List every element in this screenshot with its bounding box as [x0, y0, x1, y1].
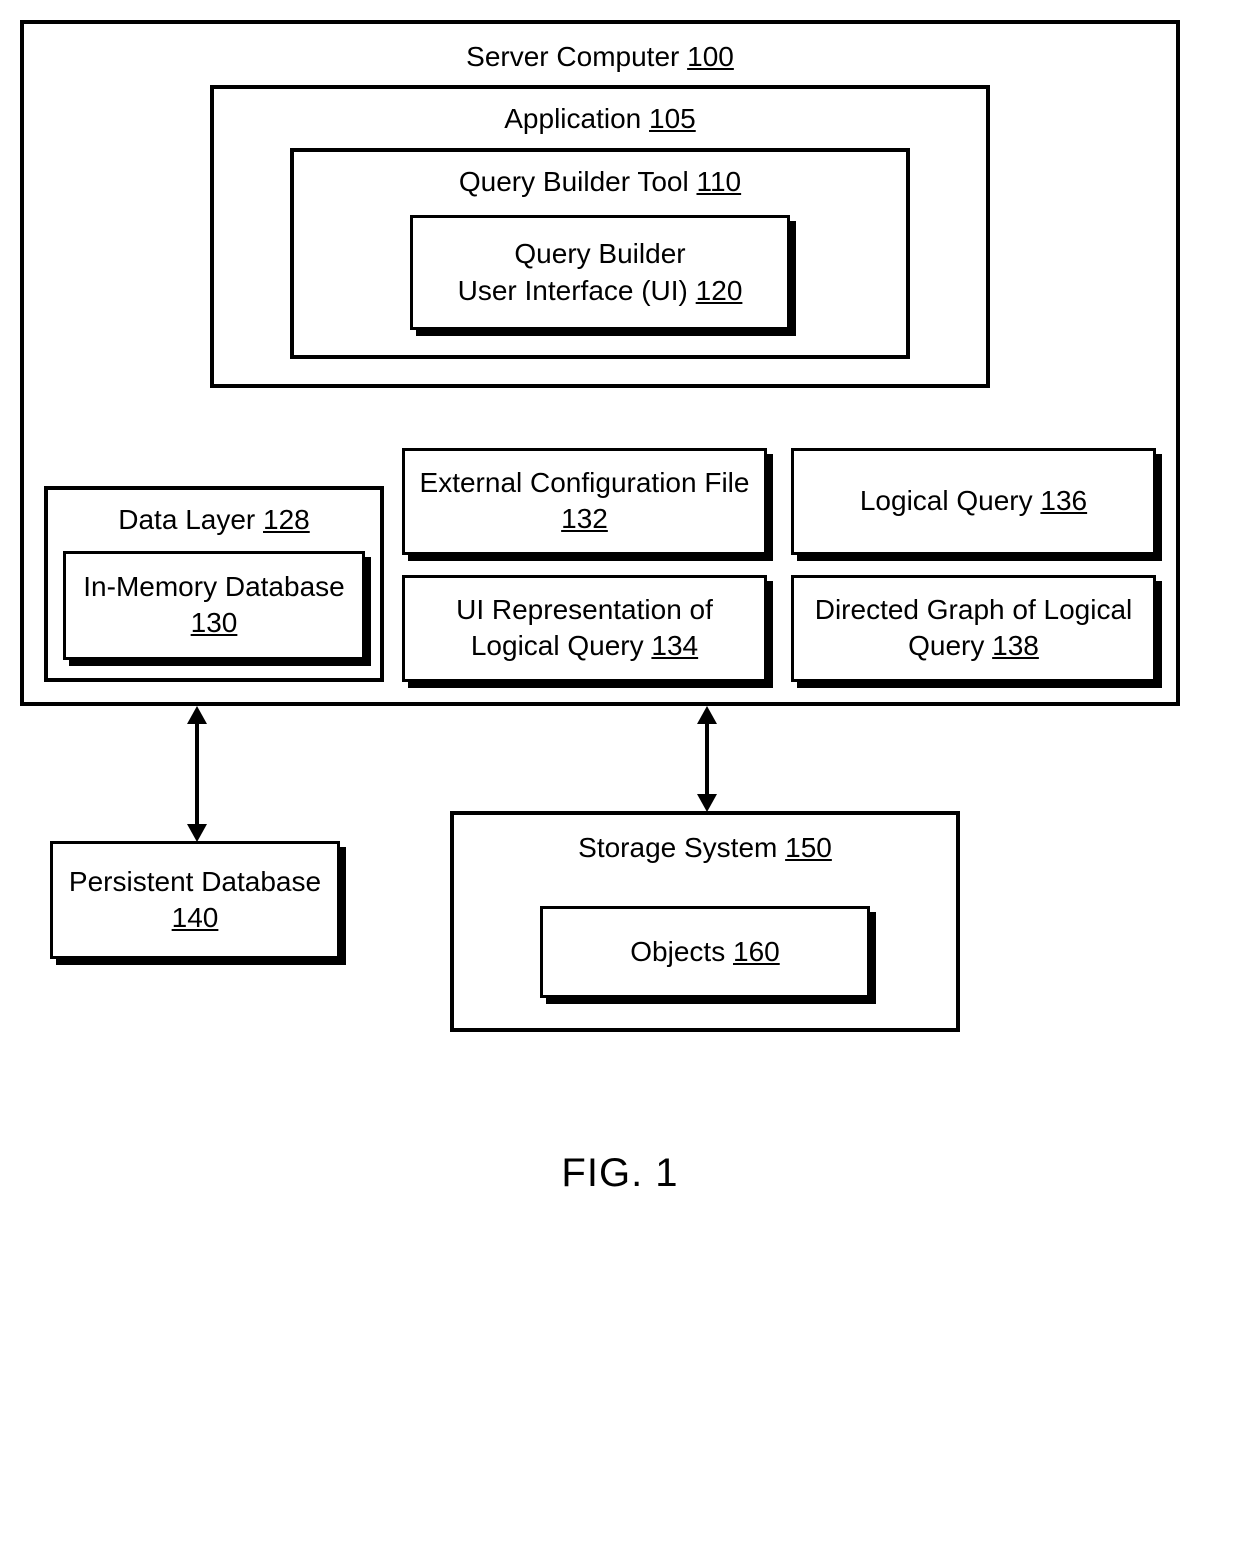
arrow-head-up-icon	[187, 706, 207, 724]
query-builder-ui-box: Query Builder User Interface (UI) 120	[410, 215, 790, 330]
qbui-line1: Query Builder	[514, 238, 685, 269]
qbui-ref: 120	[696, 275, 743, 306]
arrow-head-up-icon	[697, 706, 717, 724]
dir-graph-line1: Directed Graph of Logical	[815, 594, 1133, 625]
arrow-connector-right	[705, 718, 709, 796]
logical-query-text: Logical Query 136	[860, 483, 1087, 519]
objects-box: Objects 160	[540, 906, 870, 998]
qbt-ref: 110	[696, 166, 741, 197]
persist-label: Persistent Database	[69, 866, 321, 897]
persist-text: Persistent Database 140	[63, 864, 327, 937]
qbui-text: Query Builder User Interface (UI) 120	[433, 236, 767, 309]
objects-text: Objects 160	[553, 934, 857, 970]
arrow-head-down-icon	[697, 794, 717, 812]
application-label: Application	[504, 103, 641, 134]
server-ref: 100	[687, 41, 734, 72]
ui-rep-ref: 134	[651, 630, 698, 661]
data-layer-ref: 128	[263, 504, 310, 535]
ext-config-ref: 132	[561, 503, 608, 534]
application-title: Application 105	[234, 101, 966, 137]
data-layer-box: Data Layer 128 In-Memory Database 130	[44, 486, 384, 681]
arrow-connector-left	[195, 718, 199, 826]
storage-label: Storage System	[578, 832, 777, 863]
ui-rep-line1: UI Representation of	[456, 594, 713, 625]
application-box: Application 105 Query Builder Tool 110 Q…	[210, 85, 990, 388]
ui-representation-box: UI Representation of Logical Query 134	[402, 575, 767, 682]
objects-ref: 160	[733, 936, 780, 967]
ui-rep-line2: Logical Query	[471, 630, 644, 661]
directed-graph-box: Directed Graph of Logical Query 138	[791, 575, 1156, 682]
dir-graph-ref: 138	[992, 630, 1039, 661]
storage-title: Storage System 150	[479, 830, 931, 866]
figure-label: FIG. 1	[20, 1151, 1220, 1196]
in-mem-ref: 130	[191, 607, 238, 638]
ui-rep-text: UI Representation of Logical Query 134	[456, 592, 713, 665]
server-title: Server Computer 100	[44, 39, 1156, 75]
ext-config-text: External Configuration File 132	[420, 465, 750, 538]
persist-ref: 140	[172, 902, 219, 933]
dir-graph-line2: Query	[908, 630, 984, 661]
in-memory-db-box: In-Memory Database 130	[63, 551, 365, 660]
data-layer-label: Data Layer	[118, 504, 255, 535]
storage-ref: 150	[785, 832, 832, 863]
logical-query-label: Logical Query	[860, 485, 1033, 516]
external-config-box: External Configuration File 132	[402, 448, 767, 555]
application-ref: 105	[649, 103, 696, 134]
in-mem-text: In-Memory Database 130	[76, 569, 352, 642]
server-label: Server Computer	[466, 41, 679, 72]
objects-label: Objects	[630, 936, 725, 967]
storage-system-box: Storage System 150 Objects 160	[450, 811, 960, 1033]
server-computer-box: Server Computer 100 Application 105 Quer…	[20, 20, 1180, 706]
ext-config-label: External Configuration File	[420, 467, 750, 498]
query-builder-tool-box: Query Builder Tool 110 Query Builder Use…	[290, 148, 910, 359]
qbui-line2: User Interface (UI)	[458, 275, 688, 306]
persistent-database-box: Persistent Database 140	[50, 841, 340, 960]
in-mem-label: In-Memory Database	[83, 571, 344, 602]
qbt-label: Query Builder Tool	[459, 166, 689, 197]
qbt-title: Query Builder Tool 110	[314, 164, 886, 200]
logical-query-box: Logical Query 136	[791, 448, 1156, 555]
data-layer-title: Data Layer 128	[63, 502, 365, 538]
logical-query-ref: 136	[1040, 485, 1087, 516]
arrow-head-down-icon	[187, 824, 207, 842]
dir-graph-text: Directed Graph of Logical Query 138	[815, 592, 1133, 665]
